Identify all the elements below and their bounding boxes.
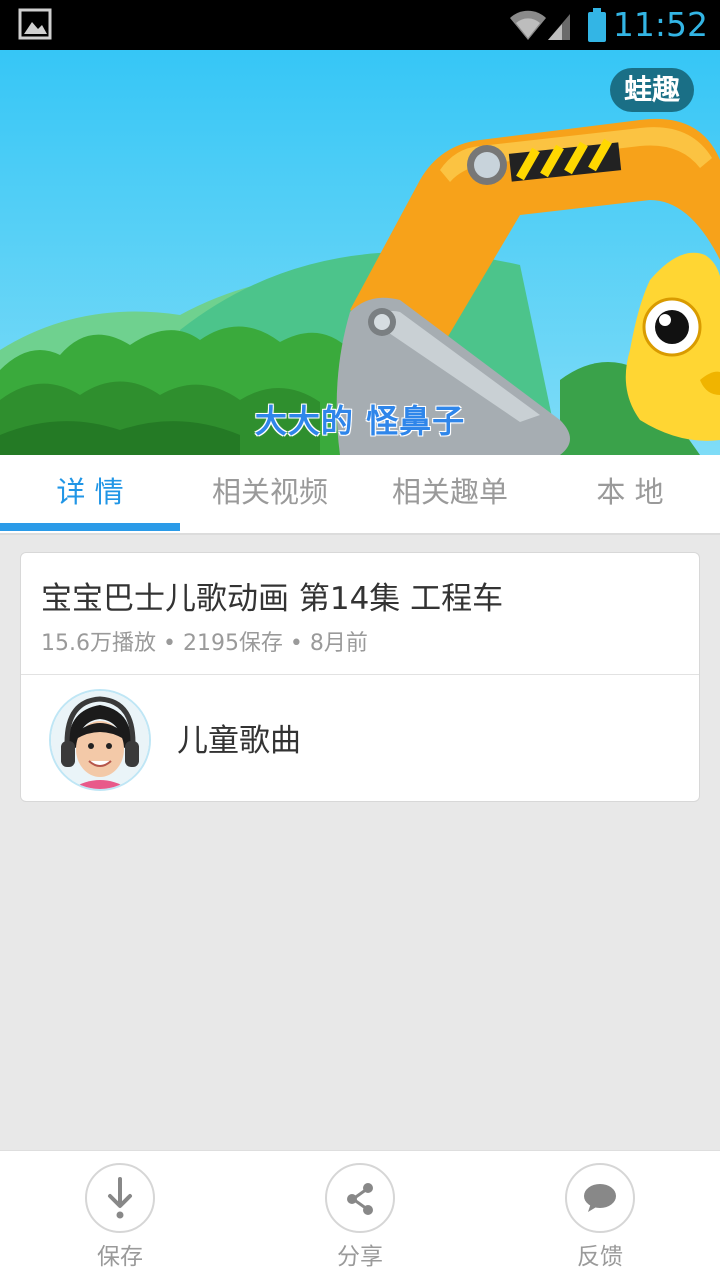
share-label: 分享 (337, 1244, 383, 1270)
author-row[interactable]: 儿童歌曲 (21, 675, 699, 801)
tab-bar: 详 情 相关视频 相关趣单 本 地 (0, 455, 720, 535)
share-icon (347, 1183, 373, 1215)
clock: 11:52 (612, 5, 708, 44)
gallery-notification-icon (18, 8, 52, 40)
share-button-circle[interactable] (325, 1163, 395, 1233)
download-icon (108, 1177, 132, 1219)
feedback-button[interactable]: 反馈 (540, 1163, 660, 1271)
comment-icon (584, 1184, 616, 1212)
feedback-label: 反馈 (577, 1244, 623, 1270)
tab-related-lists[interactable]: 相关趣单 (360, 455, 540, 529)
video-stats: 15.6万播放 • 2195保存 • 8月前 (41, 631, 368, 656)
signal-battery-icons (510, 8, 606, 42)
author-name[interactable]: 儿童歌曲 (177, 715, 301, 760)
tab-details[interactable]: 详 情 (0, 455, 180, 529)
brand-badge: 蛙趣 (609, 68, 694, 112)
video-info-card: 宝宝巴士儿歌动画 第14集 工程车 15.6万播放 • 2195保存 • 8月前… (20, 552, 700, 802)
bottom-action-bar: 保存 分享 反馈 (0, 1150, 720, 1281)
video-frame (0, 50, 720, 455)
tab-related-videos[interactable]: 相关视频 (180, 455, 360, 529)
avatar-image (51, 691, 149, 789)
save-label: 保存 (97, 1244, 143, 1270)
video-title: 宝宝巴士儿歌动画 第14集 工程车 (41, 581, 504, 617)
video-subtitle: 大大的 怪鼻子 (254, 402, 466, 440)
share-button[interactable]: 分享 (300, 1163, 420, 1271)
status-bar: 11:52 (0, 0, 720, 50)
tab-local[interactable]: 本 地 (540, 455, 720, 529)
active-tab-indicator (0, 523, 180, 531)
feedback-button-circle[interactable] (565, 1163, 635, 1233)
video-player[interactable]: 蛙趣 大大的 怪鼻子 (0, 50, 720, 455)
avatar[interactable] (49, 689, 151, 791)
save-button[interactable]: 保存 (60, 1163, 180, 1271)
save-button-circle[interactable] (85, 1163, 155, 1233)
